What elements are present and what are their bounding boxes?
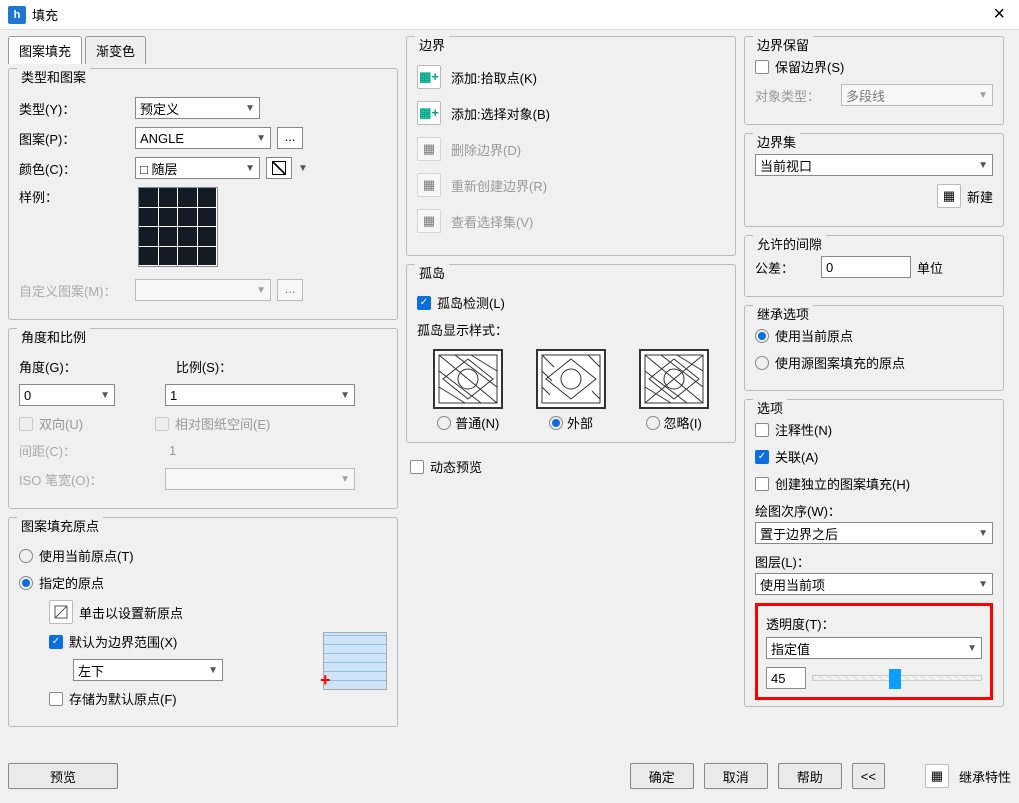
add-pickpoint-button[interactable]: ▦+	[417, 65, 441, 89]
title-bar: h 填充 ×	[0, 0, 1019, 30]
inherit-source-radio[interactable]	[755, 356, 769, 370]
extent-select[interactable]: 左下▼	[73, 659, 223, 681]
gap-group: 允许的间隙 公差：单位	[744, 235, 1004, 297]
use-current-origin-radio[interactable]	[19, 549, 33, 563]
type-pattern-group: 类型和图案 类型(Y)： 预定义▼ 图案(P)： ANGLE▼ ... 颜色(C…	[8, 68, 398, 320]
tab-gradient[interactable]: 渐变色	[85, 36, 146, 64]
iso-select: ▼	[165, 468, 355, 490]
plus-icon: +	[320, 670, 331, 691]
island-outer-button[interactable]	[536, 349, 606, 409]
separate-checkbox[interactable]	[755, 477, 769, 491]
transparency-value-input[interactable]	[766, 667, 806, 689]
add-select-button[interactable]: ▦+	[417, 101, 441, 125]
tab-bar: 图案填充 渐变色	[8, 36, 398, 64]
island-detect-checkbox[interactable]: ✓	[417, 296, 431, 310]
specified-origin-radio[interactable]	[19, 576, 33, 590]
keep-boundary-checkbox[interactable]	[755, 60, 769, 74]
pick-origin-icon[interactable]	[49, 600, 73, 624]
remove-boundary-button: ▦	[417, 137, 441, 161]
scale-select[interactable]: 1▼	[165, 384, 355, 406]
tolerance-input[interactable]	[821, 256, 911, 278]
bottom-bar: 预览 确定 取消 帮助 << ▦ 继承特性	[8, 763, 1011, 789]
layer-select[interactable]: 使用当前项▼	[755, 573, 993, 595]
sample-preview[interactable]	[138, 187, 218, 267]
options-group: 选项 注释性(N) ✓关联(A) 创建独立的图案填充(H) 绘图次序(W)： 置…	[744, 399, 1004, 707]
draw-order-select[interactable]: 置于边界之后▼	[755, 522, 993, 544]
pattern-browse-button[interactable]: ...	[277, 127, 303, 149]
color-select[interactable]: □ 随层▼	[135, 157, 260, 179]
custom-browse-button: ...	[277, 279, 303, 301]
inherit-group: 继承选项 使用当前原点 使用源图案填充的原点	[744, 305, 1004, 391]
spacing-value: 1	[135, 443, 176, 458]
angle-scale-group: 角度和比例 角度(G)： 比例(S)： 0▼ 1▼ 双向(U) 相对图纸空间(E…	[8, 328, 398, 509]
sample-label: 样例：	[19, 187, 129, 206]
custom-pattern-select: ▼	[135, 279, 271, 301]
boundary-set-select[interactable]: 当前视口▼	[755, 154, 993, 176]
island-ignore-button[interactable]	[639, 349, 709, 409]
store-default-checkbox[interactable]	[49, 692, 63, 706]
app-icon: h	[8, 6, 26, 24]
help-button[interactable]: 帮助	[778, 763, 842, 789]
default-extent-checkbox[interactable]: ✓	[49, 635, 63, 649]
origin-group: 图案填充原点 使用当前原点(T) 指定的原点 单击以设置新原点 ✓默认为边界范围…	[8, 517, 398, 727]
custom-pattern-label: 自定义图案(M)：	[19, 281, 129, 300]
pattern-label: 图案(P)：	[19, 129, 129, 148]
island-outer-radio[interactable]	[549, 416, 563, 430]
dynamic-preview-checkbox[interactable]	[410, 460, 424, 474]
angle-label: 角度(G)：	[19, 360, 77, 375]
transparency-mode-select[interactable]: 指定值▼	[766, 637, 982, 659]
angle-select[interactable]: 0▼	[19, 384, 115, 406]
object-type-select: 多段线▼	[841, 84, 993, 106]
collapse-button[interactable]: <<	[852, 763, 885, 789]
type-select[interactable]: 预定义▼	[135, 97, 260, 119]
annotative-checkbox[interactable]	[755, 423, 769, 437]
double-checkbox	[19, 417, 33, 431]
spacing-label: 间距(C)：	[19, 441, 129, 460]
boundary-group: 边界 ▦+添加:拾取点(K) ▦+添加:选择对象(B) ▦删除边界(D) ▦重新…	[406, 36, 736, 256]
color-swatch-button[interactable]	[266, 157, 292, 179]
iso-label: ISO 笔宽(O)：	[19, 470, 129, 489]
new-boundary-set-icon[interactable]: ▦	[937, 184, 961, 208]
islands-group: 孤岛 ✓孤岛检测(L) 孤岛显示样式： 普通(N) 外部 忽略(I)	[406, 264, 736, 443]
view-selection-button: ▦	[417, 209, 441, 233]
type-label: 类型(Y)：	[19, 99, 129, 118]
dialog-title: 填充	[32, 5, 58, 24]
retain-group: 边界保留 保留边界(S) 对象类型：多段线▼	[744, 36, 1004, 125]
inherit-props-icon[interactable]: ▦	[925, 764, 949, 788]
scale-label: 比例(S)：	[176, 360, 232, 375]
recreate-boundary-button: ▦	[417, 173, 441, 197]
tab-hatch[interactable]: 图案填充	[8, 36, 82, 64]
island-normal-radio[interactable]	[437, 416, 451, 430]
close-icon[interactable]: ×	[987, 3, 1011, 26]
pattern-select[interactable]: ANGLE▼	[135, 127, 271, 149]
boundary-set-group: 边界集 当前视口▼ ▦新建	[744, 133, 1004, 227]
island-ignore-radio[interactable]	[646, 416, 660, 430]
transparency-highlight: 透明度(T)： 指定值▼	[755, 603, 993, 700]
ok-button[interactable]: 确定	[630, 763, 694, 789]
inherit-current-radio[interactable]	[755, 329, 769, 343]
origin-preview: +	[323, 632, 387, 690]
inherit-props-label: 继承特性	[959, 767, 1011, 786]
color-label: 颜色(C)：	[19, 159, 129, 178]
relative-checkbox	[155, 417, 169, 431]
island-normal-button[interactable]	[433, 349, 503, 409]
transparency-slider[interactable]	[812, 675, 982, 681]
associative-checkbox[interactable]: ✓	[755, 450, 769, 464]
preview-button[interactable]: 预览	[8, 763, 118, 789]
cancel-button[interactable]: 取消	[704, 763, 768, 789]
